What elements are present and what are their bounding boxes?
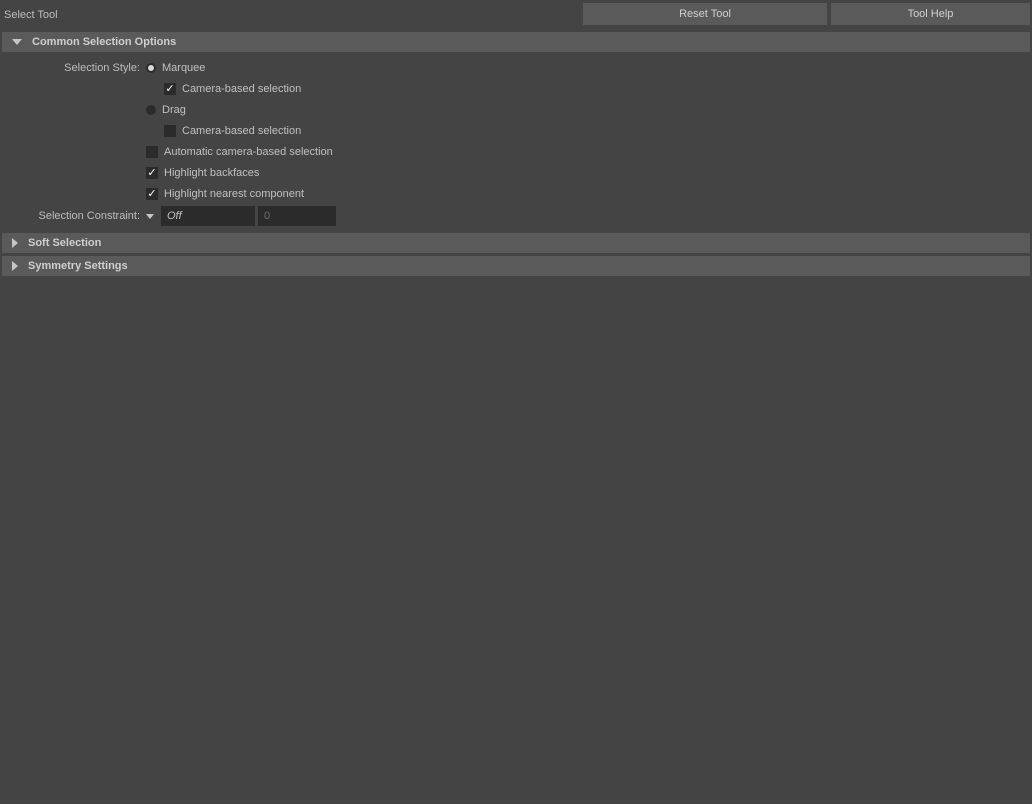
radio-marquee[interactable] xyxy=(146,63,156,73)
label-auto-camera-based: Automatic camera-based selection xyxy=(164,146,333,158)
selection-constraint-select[interactable]: Off xyxy=(161,206,255,226)
label-highlight-backfaces: Highlight backfaces xyxy=(164,167,259,179)
chevron-right-icon xyxy=(12,238,18,248)
section-title-soft: Soft Selection xyxy=(28,237,101,249)
checkbox-marquee-camera-based[interactable] xyxy=(164,83,176,95)
section-header-common[interactable]: Common Selection Options xyxy=(2,32,1030,52)
reset-tool-button[interactable]: Reset Tool xyxy=(583,3,827,25)
page-title: Select Tool xyxy=(4,8,58,21)
selection-constraint-value[interactable]: 0 xyxy=(258,206,336,226)
checkbox-highlight-nearest[interactable] xyxy=(146,188,158,200)
radio-drag[interactable] xyxy=(146,105,156,115)
chevron-right-icon xyxy=(12,261,18,271)
section-title-common: Common Selection Options xyxy=(32,36,176,48)
section-body-common: Selection Style: Marquee Camera-based se… xyxy=(6,59,1026,226)
checkbox-drag-camera-based[interactable] xyxy=(164,125,176,137)
label-selection-style: Selection Style: xyxy=(6,62,146,74)
chevron-down-icon[interactable] xyxy=(146,214,154,219)
chevron-down-icon xyxy=(12,39,22,45)
label-highlight-nearest: Highlight nearest component xyxy=(164,188,304,200)
tool-help-button[interactable]: Tool Help xyxy=(831,3,1030,25)
section-title-symmetry: Symmetry Settings xyxy=(28,260,128,272)
label-drag-camera-based: Camera-based selection xyxy=(182,125,301,137)
label-selection-constraint: Selection Constraint: xyxy=(6,210,146,222)
checkbox-auto-camera-based[interactable] xyxy=(146,146,158,158)
label-drag: Drag xyxy=(162,104,186,116)
checkbox-highlight-backfaces[interactable] xyxy=(146,167,158,179)
label-marquee: Marquee xyxy=(162,62,205,74)
section-header-symmetry-settings[interactable]: Symmetry Settings xyxy=(2,256,1030,276)
label-marquee-camera-based: Camera-based selection xyxy=(182,83,301,95)
section-header-soft-selection[interactable]: Soft Selection xyxy=(2,233,1030,253)
